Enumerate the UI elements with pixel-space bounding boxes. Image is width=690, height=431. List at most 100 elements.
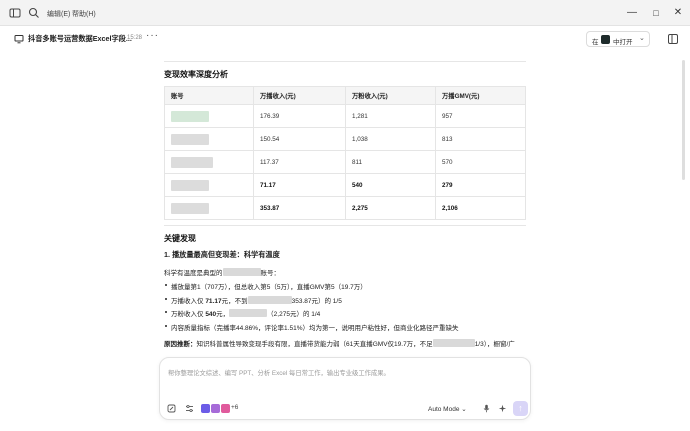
monitor-icon	[14, 35, 24, 44]
bullet-text: 内容质量指标（完播率44.86%，评论率1.51%）均为第一，说明用户粘性好，但…	[171, 324, 459, 332]
chevron-down-icon: ⌄	[639, 35, 645, 42]
maximize-icon[interactable]: □	[649, 6, 663, 20]
mode-label: Auto Mode	[428, 406, 460, 413]
bullet-value: 540	[205, 311, 217, 318]
image-skill-icon[interactable]	[211, 404, 220, 413]
redacted-text	[432, 339, 475, 347]
col-header-account: 账号	[164, 86, 254, 105]
table-cell: 2,275	[345, 196, 436, 220]
bullet-text: 元，不到	[221, 297, 248, 305]
bullet-text: 播放量第1（707万），但总收入第5（5万），直播GMV第5（19.7万）	[171, 284, 367, 291]
minimize-icon[interactable]: —	[625, 6, 639, 20]
design-skill-icon[interactable]	[221, 404, 230, 413]
divider	[164, 61, 526, 62]
sparkle-icon[interactable]	[498, 404, 507, 413]
open-in-label: 中打开	[613, 38, 633, 46]
microphone-icon[interactable]	[482, 404, 491, 413]
open-in-prefix: 在	[592, 38, 599, 46]
sidebar-toggle-icon[interactable]	[8, 6, 22, 20]
col-header-income-per-plays: 万播收入(元)	[253, 86, 346, 105]
table-row: 176.39 1,281 957	[164, 104, 526, 128]
table-cell: 176.39	[253, 104, 346, 128]
table-cell: 1,038	[345, 127, 436, 151]
redacted-account	[171, 202, 209, 214]
account-cell	[164, 104, 254, 128]
account-cell	[164, 196, 254, 220]
mode-selector[interactable]: Auto Mode ⌄	[428, 405, 467, 413]
table-cell: 957	[435, 104, 526, 128]
reason-text: 知识科普属性导致变现手段有限，直播带货能力弱（61天直播GMV仅19.7万，不足	[196, 341, 433, 348]
conversation-time: 15:28	[127, 34, 143, 41]
redacted-account	[171, 156, 213, 168]
redacted-text	[247, 295, 292, 304]
table-row: 150.54 1,038 813	[164, 127, 526, 151]
redacted-text	[229, 309, 268, 317]
table-cell: 2,106	[435, 196, 526, 220]
more-skills-count[interactable]: +6	[231, 404, 238, 411]
search-icon[interactable]	[27, 6, 41, 20]
table-cell: 1,281	[345, 104, 436, 128]
account-cell	[164, 127, 254, 151]
intro-text-tail: 账号：	[260, 270, 281, 277]
message-input[interactable]: 帮你整理论文综述、编写 PPT、分析 Excel 每日常工作，输出专业级工作成果…	[168, 368, 390, 377]
table-header-row: 账号 万播收入(元) 万粉收入(元) 万播GMV(元)	[164, 86, 526, 105]
list-item: 内容质量指标（完播率44.86%，评论率1.51%）均为第一，说明用户粘性好，但…	[164, 322, 458, 336]
section-title-monetization: 变现效率深度分析	[164, 70, 228, 79]
table-cell: 540	[345, 173, 436, 197]
menu-help[interactable]: 帮助(H)	[72, 9, 96, 19]
finding-intro: 科学有温度是典型的 账号：	[164, 267, 280, 277]
table-cell: 811	[345, 150, 436, 174]
table-cell: 150.54	[253, 127, 346, 151]
bullet-text: 万粉收入仅	[171, 311, 206, 318]
redacted-text	[222, 268, 261, 276]
tools-icon[interactable]	[185, 404, 194, 413]
attach-icon[interactable]	[167, 404, 176, 413]
table-cell: 279	[435, 173, 526, 197]
list-item: 播放量第1（707万），但总收入第5（5万），直播GMV第5（19.7万）	[164, 281, 458, 295]
table-cell: 570	[435, 150, 526, 174]
chat-input-box: 帮你整理论文综述、编写 PPT、分析 Excel 每日常工作，输出专业级工作成果…	[159, 357, 531, 420]
table-cell: 813	[435, 127, 526, 151]
more-options-button[interactable]: ···	[146, 30, 159, 41]
title-bar: 编辑(E) 帮助(H) — □ ✕	[0, 0, 690, 26]
monetization-table: 账号 万播收入(元) 万粉收入(元) 万播GMV(元) 176.39 1,281…	[164, 86, 526, 220]
video-skill-icon[interactable]	[201, 404, 210, 413]
reason-paragraph: 原因推断：知识科普属性导致变现手段有限，直播带货能力弱（61天直播GMV仅19.…	[164, 338, 515, 348]
account-cell	[164, 173, 254, 197]
open-in-app-button[interactable]: 在 中打开 ⌄	[586, 31, 650, 47]
table-row: 117.37 811 570	[164, 150, 526, 174]
send-button[interactable]: ↑	[513, 401, 528, 416]
table-cell: 71.17	[253, 173, 346, 197]
bullet-text: 万播收入仅	[171, 297, 206, 305]
bullet-text: 353.87元）的 1/5	[291, 297, 342, 305]
intro-text: 科学有温度是典型的	[164, 270, 223, 277]
findings-list: 播放量第1（707万），但总收入第5（5万），直播GMV第5（19.7万） 万播…	[164, 281, 458, 335]
table-row: 71.17 540 279	[164, 173, 526, 197]
reason-label: 原因推断：	[164, 341, 197, 348]
bullet-text: 元，	[216, 311, 230, 318]
col-header-income-per-fans: 万粉收入(元)	[345, 86, 436, 105]
chevron-down-icon: ⌄	[461, 406, 467, 413]
close-icon[interactable]: ✕	[671, 6, 685, 20]
finding-subtitle: 1. 播放量最高但变现差：科学有温度	[164, 250, 280, 259]
scrollbar[interactable]	[682, 60, 685, 180]
redacted-account	[171, 179, 209, 191]
table-cell: 353.87	[253, 196, 346, 220]
redacted-account	[171, 133, 209, 145]
divider	[164, 225, 526, 226]
account-cell	[164, 150, 254, 174]
bullet-value: 71.17	[205, 297, 222, 305]
col-header-gmv-per-plays: 万播GMV(元)	[435, 86, 526, 105]
redacted-account	[171, 110, 209, 122]
bullet-text: （2,275元）的 1/4	[267, 311, 321, 318]
app-icon	[601, 35, 610, 44]
side-panel-icon[interactable]	[667, 33, 679, 45]
reason-text-tail: 1/3），橱窗/广	[474, 341, 515, 348]
list-item: 万粉收入仅 540元， （2,275元）的 1/4	[164, 308, 458, 322]
list-item: 万播收入仅 71.17元，不到 353.87元）的 1/5	[164, 295, 458, 309]
conversation-title[interactable]: 抖音多账号运营数据Excel字段...	[28, 34, 132, 44]
menu-edit[interactable]: 编辑(E)	[47, 9, 70, 19]
table-cell: 117.37	[253, 150, 346, 174]
table-row: 353.87 2,275 2,106	[164, 196, 526, 220]
section-title-findings: 关键发现	[164, 234, 196, 243]
